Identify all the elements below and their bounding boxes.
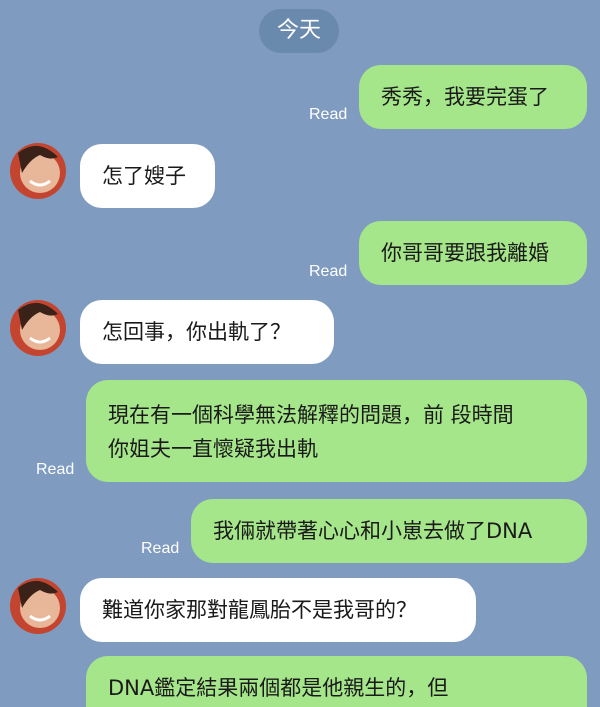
avatar-photo-icon (10, 300, 66, 356)
message-bubble-received[interactable]: 怎了嫂子 (80, 144, 215, 208)
message-text: DNA鑑定結果兩個都是他親生的，但 (108, 676, 449, 700)
contact-avatar[interactable] (10, 578, 66, 634)
message-text: 怎了嫂子 (102, 164, 186, 188)
avatar-photo-icon (10, 143, 66, 199)
date-separator: 今天 (259, 9, 339, 53)
message-bubble-sent[interactable]: 現在有一個科學無法解釋的問題，前 段時間 你姐夫一直懷疑我出軌 (86, 380, 587, 482)
message-bubble-received[interactable]: 難道你家那對龍鳳胎不是我哥的？ (80, 578, 476, 642)
message-bubble-sent[interactable]: 我倆就帶著心心和小崽去做了DNA (191, 499, 587, 563)
message-text-line: 現在有一個科學無法解釋的問題，前 段時間 (108, 403, 514, 427)
message-text: 你哥哥要跟我離婚 (381, 241, 549, 265)
message-text: 怎回事，你出軌了？ (102, 320, 291, 344)
message-bubble-sent[interactable]: 你哥哥要跟我離婚 (359, 221, 587, 285)
message-bubble-sent[interactable]: 秀秀，我要完蛋了 (359, 65, 587, 129)
read-receipt: Read (141, 540, 180, 557)
read-receipt: Read (309, 263, 348, 280)
contact-avatar[interactable] (10, 300, 66, 356)
message-text-line: 你姐夫一直懷疑我出軌 (108, 437, 318, 461)
message-text: 秀秀，我要完蛋了 (381, 85, 549, 109)
message-text: 難道你家那對龍鳳胎不是我哥的？ (102, 598, 417, 622)
contact-avatar[interactable] (10, 143, 66, 199)
message-bubble-sent[interactable]: DNA鑑定結果兩個都是他親生的，但 (86, 656, 587, 707)
read-receipt: Read (36, 461, 75, 478)
message-text: 我倆就帶著心心和小崽去做了DNA (213, 519, 533, 543)
read-receipt: Read (309, 106, 348, 123)
message-bubble-received[interactable]: 怎回事，你出軌了？ (80, 300, 334, 364)
avatar-photo-icon (10, 578, 66, 634)
